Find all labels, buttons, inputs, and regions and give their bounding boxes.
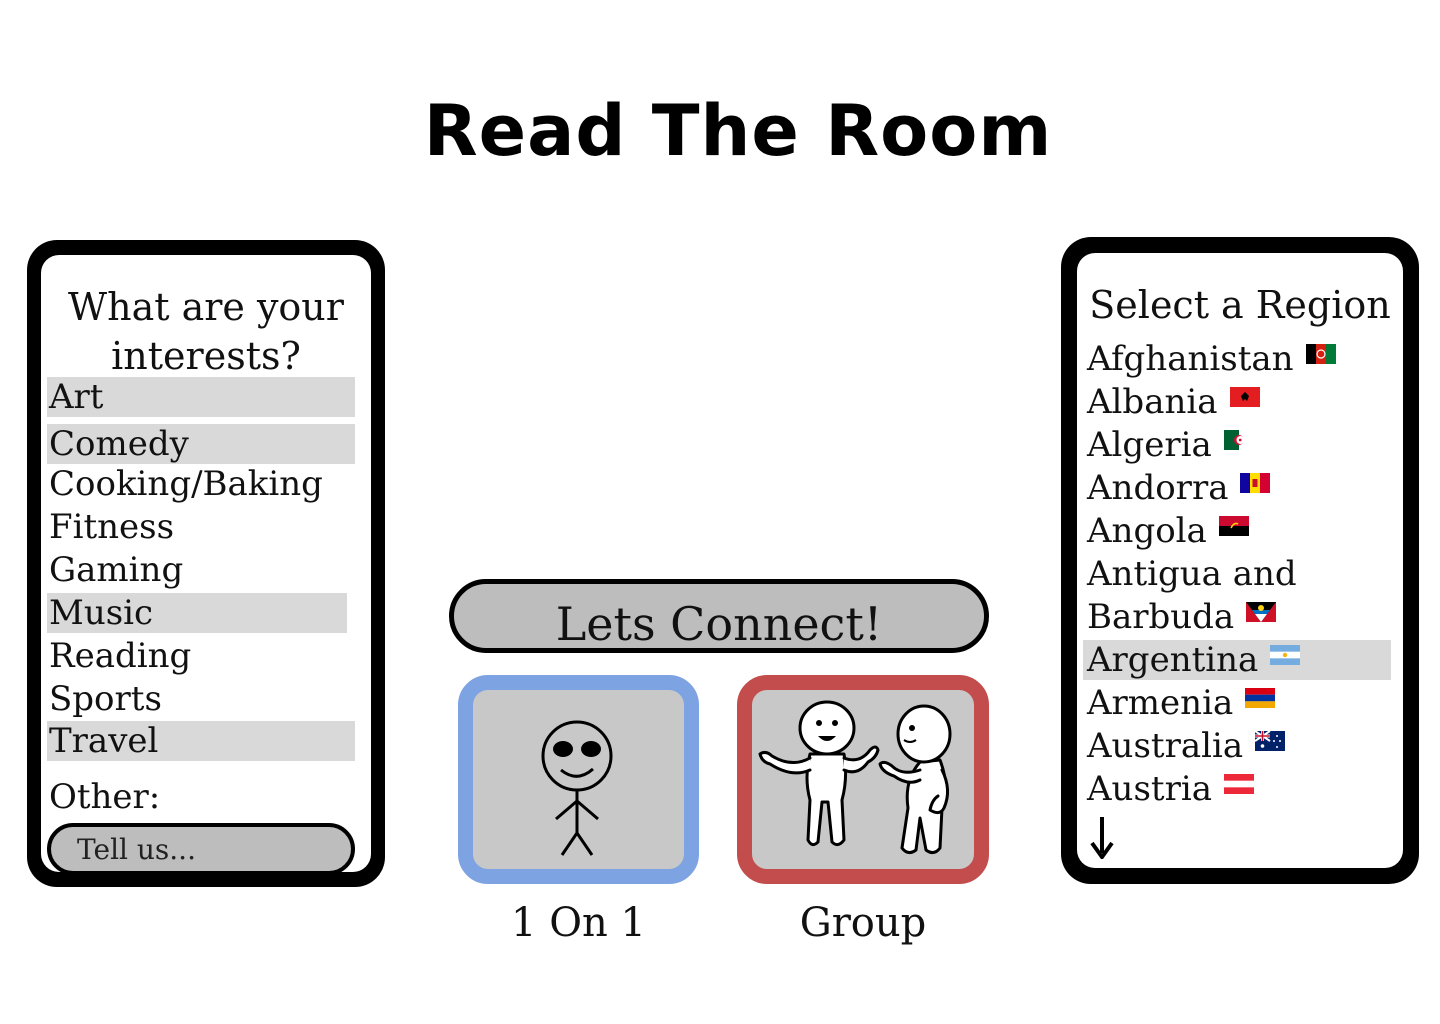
armenia-flag-icon — [1245, 688, 1276, 708]
region-label: Andorra — [1087, 468, 1229, 508]
region-item-armenia[interactable]: Armenia — [1083, 683, 1391, 723]
other-label: Other: — [49, 777, 161, 817]
region-item-antigua-barbuda[interactable]: Barbuda — [1083, 597, 1391, 637]
interest-item-art[interactable]: Art — [47, 377, 355, 417]
two-people-talking-icon — [758, 700, 952, 855]
group-label: Group — [799, 900, 927, 946]
region-item-angola[interactable]: Angola — [1083, 511, 1391, 551]
interest-item-reading[interactable]: Reading — [47, 636, 355, 676]
interest-item-gaming[interactable]: Gaming — [47, 550, 355, 590]
interests-heading-line1: What are your — [68, 285, 344, 329]
region-item-albania[interactable]: Albania — [1083, 382, 1391, 422]
region-item-austria[interactable]: Austria — [1083, 769, 1391, 809]
region-label: Albania — [1087, 382, 1218, 422]
region-panel: Select a Region Afghanistan Albania Alge… — [1061, 237, 1419, 884]
region-item-algeria[interactable]: Algeria — [1083, 425, 1391, 465]
other-interest-input[interactable] — [47, 823, 355, 875]
page: Read The Room What are your interests? A… — [0, 0, 1440, 1024]
interests-heading-line2: interests? — [111, 334, 301, 378]
interest-item-fitness[interactable]: Fitness — [47, 507, 355, 547]
interest-item-cooking-baking[interactable]: Cooking/Baking — [47, 464, 355, 504]
interests-panel-inner: What are your interests? Art Comedy Cook… — [41, 255, 371, 875]
algeria-flag-icon — [1223, 430, 1254, 450]
region-label: Austria — [1087, 769, 1212, 809]
interests-panel: What are your interests? Art Comedy Cook… — [27, 240, 385, 887]
argentina-flag-icon — [1270, 645, 1301, 665]
andorra-flag-icon — [1240, 473, 1271, 493]
region-label: Algeria — [1087, 425, 1212, 465]
region-item-antigua-and[interactable]: Antigua and — [1083, 554, 1391, 594]
one-on-one-card[interactable] — [458, 675, 699, 884]
antigua-barbuda-flag-icon — [1246, 602, 1277, 622]
region-label: Armenia — [1087, 683, 1234, 723]
region-label: Argentina — [1087, 640, 1259, 680]
interest-item-comedy[interactable]: Comedy — [47, 424, 355, 464]
afghanistan-flag-icon — [1305, 344, 1336, 364]
region-label: Barbuda — [1087, 597, 1235, 637]
region-item-afghanistan[interactable]: Afghanistan — [1083, 339, 1391, 379]
angola-flag-icon — [1218, 516, 1249, 536]
australia-flag-icon — [1255, 731, 1286, 751]
interest-item-music[interactable]: Music — [47, 593, 347, 633]
app-title: Read The Room — [423, 90, 1053, 172]
interest-item-travel[interactable]: Travel — [47, 721, 355, 761]
single-stick-figure-icon — [541, 720, 613, 856]
albania-flag-icon — [1229, 387, 1260, 407]
interest-item-sports[interactable]: Sports — [47, 679, 355, 719]
region-item-australia[interactable]: Australia — [1083, 726, 1391, 766]
region-item-andorra[interactable]: Andorra — [1083, 468, 1391, 508]
austria-flag-icon — [1223, 774, 1254, 794]
region-label: Antigua and — [1087, 554, 1297, 594]
region-heading: Select a Region — [1089, 283, 1391, 327]
region-item-argentina[interactable]: Argentina — [1083, 640, 1391, 680]
group-card[interactable] — [737, 675, 989, 884]
region-label: Angola — [1087, 511, 1207, 551]
arrow-down-icon[interactable] — [1089, 815, 1115, 861]
region-label: Australia — [1087, 726, 1244, 766]
region-panel-inner: Select a Region Afghanistan Albania Alge… — [1077, 253, 1403, 868]
region-label: Afghanistan — [1087, 339, 1294, 379]
one-on-one-label: 1 On 1 — [511, 900, 646, 946]
lets-connect-button[interactable]: Lets Connect! — [449, 579, 989, 653]
